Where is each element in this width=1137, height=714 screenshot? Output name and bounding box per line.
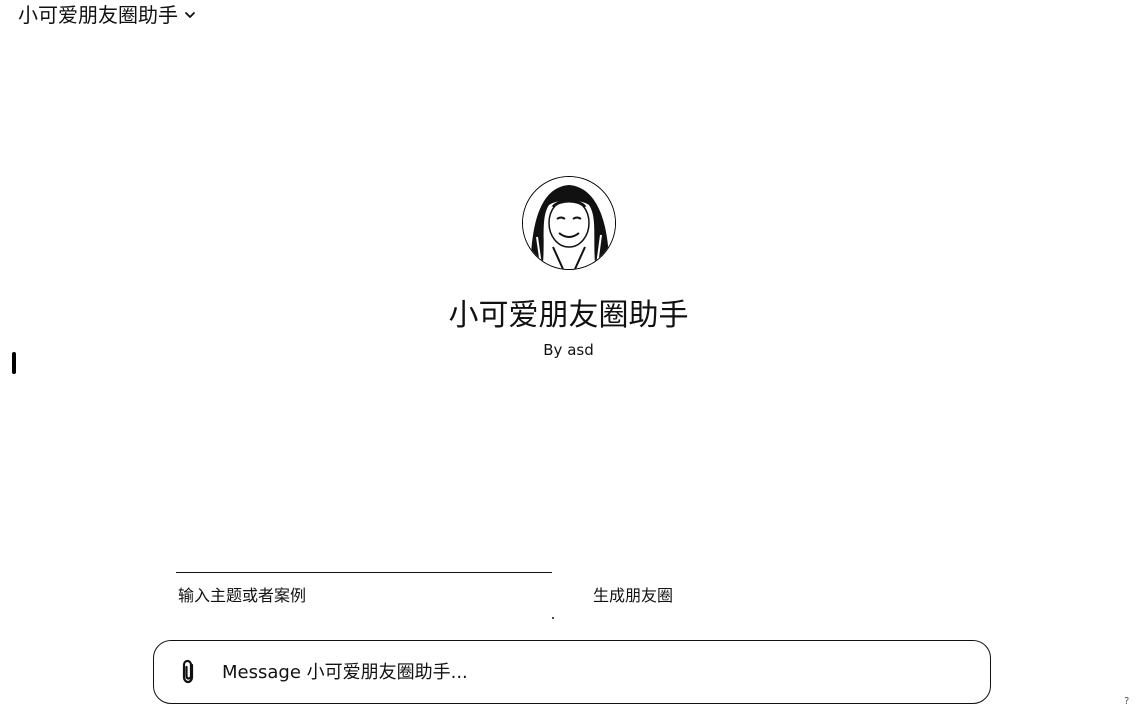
help-icon[interactable]: ?	[1124, 695, 1134, 709]
starter-prompt-topic[interactable]: 输入主题或者案例	[178, 584, 306, 608]
gpt-name: 小可爱朋友圈助手	[448, 298, 689, 333]
avatar-image	[522, 177, 615, 269]
starter-divider	[176, 572, 552, 573]
gpt-switcher-label: 小可爱朋友圈助手	[18, 3, 178, 27]
chevron-down-icon	[185, 12, 195, 18]
starter-prompt-generate[interactable]: 生成朋友圈	[593, 584, 673, 608]
gpt-hero: 小可爱朋友圈助手 By asd	[0, 176, 1137, 360]
paperclip-icon[interactable]	[178, 658, 200, 686]
app-page: 小可爱朋友圈助手 小可爱朋友圈助手 By asd 输入主题或者案例 生成朋友圈 …	[0, 0, 1137, 714]
divider-dot	[552, 617, 554, 619]
gpt-switcher[interactable]: 小可爱朋友圈助手	[18, 2, 196, 28]
message-input[interactable]	[220, 660, 924, 684]
message-composer	[153, 640, 991, 704]
gpt-author: By asd	[543, 341, 594, 359]
avatar	[521, 176, 616, 270]
